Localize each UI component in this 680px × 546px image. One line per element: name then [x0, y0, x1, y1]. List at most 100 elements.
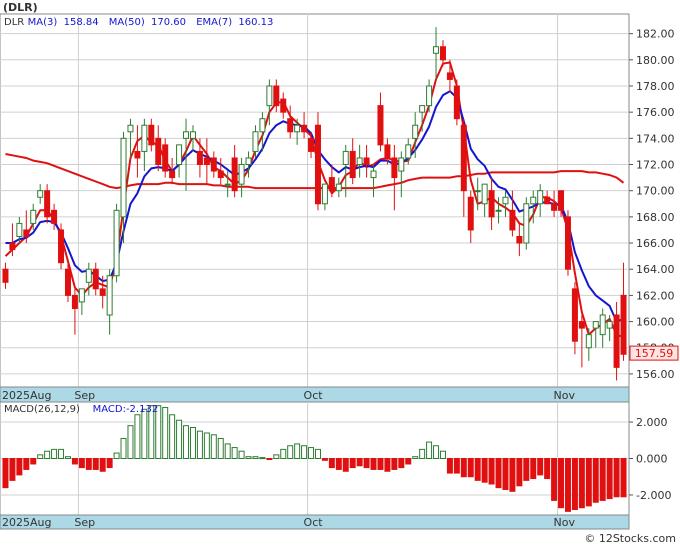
candle-body [564, 216, 571, 270]
price-y-tick-label: 164.00 [636, 263, 675, 276]
macd-bar [419, 448, 426, 459]
candle-body [148, 124, 155, 146]
macd-bar [356, 458, 363, 467]
price-legend-value: 160.13 [238, 17, 273, 28]
macd-y-tick-label: 0.000 [636, 453, 668, 466]
candle-body [488, 190, 495, 218]
macd-bar [51, 448, 58, 459]
candle-body [335, 183, 342, 192]
macd-bar [370, 458, 377, 470]
macd-bar [592, 458, 599, 503]
macd-bar [433, 445, 440, 460]
macd-bar [398, 458, 405, 469]
candle-body [71, 294, 78, 309]
candle-body [113, 209, 120, 277]
macd-bar [85, 458, 92, 470]
candle-body [537, 190, 544, 205]
candle-body [592, 321, 599, 329]
candle-body [217, 170, 224, 179]
macd-bar [439, 450, 446, 460]
macd-bar [599, 458, 606, 501]
price-legend-label: DLR [4, 17, 24, 28]
price-y-tick-label: 170.00 [636, 185, 675, 198]
macd-bar [558, 458, 565, 509]
candle-body [106, 275, 113, 316]
price-y-tick-label: 168.00 [636, 211, 675, 224]
macd-bar [502, 458, 509, 490]
candle-body [412, 124, 419, 139]
macd-bar [134, 414, 141, 459]
candle-body [328, 177, 335, 192]
macd-legend-label: MACD(26,12,9) [4, 404, 80, 415]
candle-body [266, 85, 273, 107]
macd-y-tick-label: -2.000 [636, 489, 671, 502]
candle-body [210, 157, 217, 172]
macd-bar [162, 406, 169, 459]
macd-bar [481, 458, 488, 483]
candle-body [439, 46, 446, 61]
macd-bar [509, 458, 516, 492]
candle-body [544, 196, 551, 205]
macd-bar [544, 458, 551, 480]
candle-body [162, 144, 169, 172]
candle-body [398, 157, 405, 172]
macd-bar [426, 441, 433, 459]
candle-body [551, 203, 558, 211]
candle-body [308, 137, 315, 152]
price-legend-label: EMA(7) [196, 17, 232, 28]
candle-body [495, 209, 502, 212]
macd-y-axis: 2.000 0.000 -2.000 [629, 416, 671, 502]
macd-bar [238, 450, 245, 460]
macd-bar [106, 458, 113, 469]
macd-bar [30, 458, 37, 465]
candle-body [314, 124, 321, 205]
candle-body [523, 203, 530, 244]
macd-bar [384, 458, 391, 472]
macd-x-label: 2025Aug [2, 516, 51, 529]
price-y-tick-label: 166.00 [636, 237, 675, 250]
macd-panel: MACD(26,12,9) MACD:-2.132 2.000 0.000 -2.00… [0, 401, 671, 530]
candle-body [189, 131, 196, 139]
macd-bar [349, 458, 356, 469]
candle-body [301, 124, 308, 133]
macd-bar [58, 448, 65, 459]
price-y-tick-label: 162.00 [636, 289, 675, 302]
candle-body [377, 105, 384, 146]
macd-bar [64, 456, 71, 460]
macd-bar [44, 450, 51, 460]
macd-x-label: Sep [74, 516, 95, 529]
stock-chart: (DLR) DLR MA(3) 158.84 MA(50) 170.60 EMA(7) 16… [0, 0, 680, 546]
candle-body [127, 124, 134, 133]
macd-bar [523, 458, 530, 481]
price-legend-value: 170.60 [151, 17, 186, 28]
macd-bar [321, 458, 328, 461]
candle-body [155, 137, 162, 166]
macd-bar [516, 458, 523, 487]
candle-body [356, 157, 363, 166]
candle-body [509, 209, 516, 231]
macd-bar [488, 458, 495, 485]
candle-body [64, 268, 71, 296]
macd-bar [120, 437, 127, 459]
macd-bar [78, 458, 85, 469]
macd-bar [495, 458, 502, 489]
candle-body [238, 164, 245, 185]
price-legend-label: MA(3) [28, 17, 58, 28]
macd-bar [127, 425, 134, 459]
macd-bar [467, 458, 474, 478]
candle-body [620, 294, 627, 355]
macd-bar [294, 443, 301, 459]
macd-bar [252, 456, 259, 460]
macd-bar [308, 447, 315, 459]
watermark: © 12Stocks.com [584, 532, 676, 545]
macd-bar [377, 458, 384, 470]
macd-bar [203, 432, 210, 459]
macd-bar [92, 458, 99, 470]
macd-bar [210, 434, 217, 460]
candle-body [37, 190, 44, 198]
macd-bar [363, 458, 370, 469]
candle-body [474, 190, 481, 193]
candle-body [384, 144, 391, 159]
candle-body [2, 268, 9, 283]
macd-bar [183, 425, 190, 459]
